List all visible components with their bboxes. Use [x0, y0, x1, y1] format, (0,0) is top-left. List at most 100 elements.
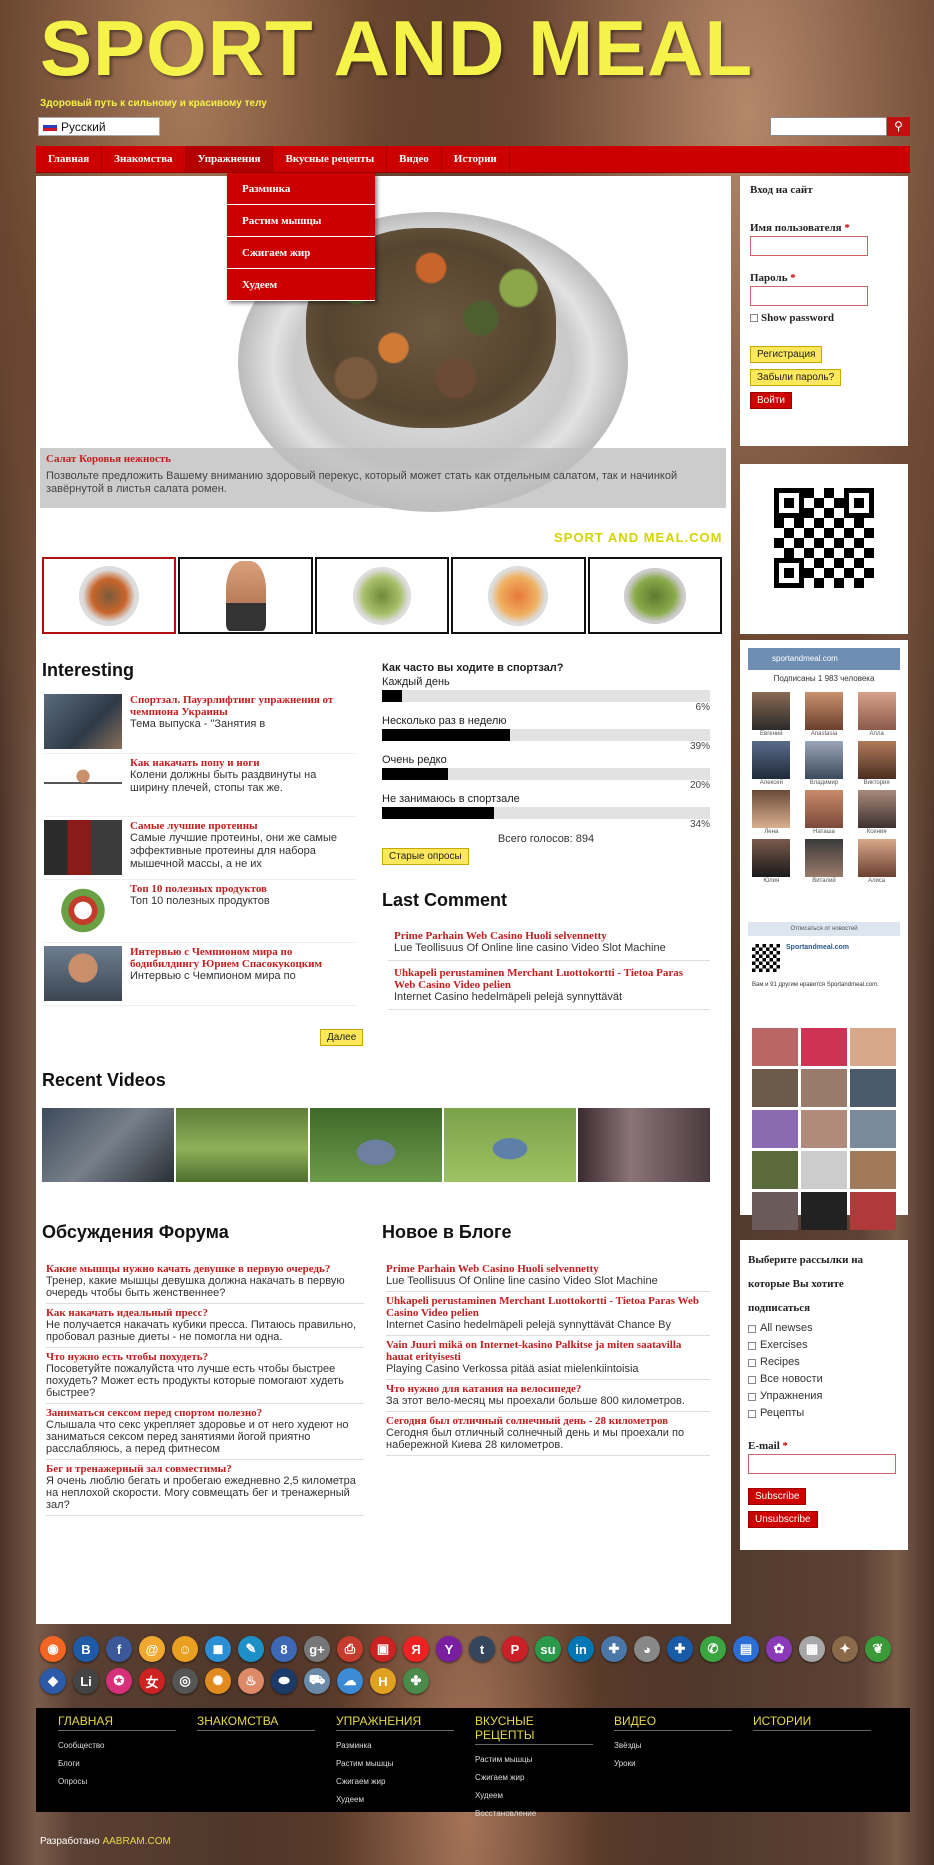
facebook-icon[interactable]: f — [106, 1636, 132, 1662]
subscribe-option[interactable]: Рецепты — [748, 1405, 900, 1422]
reddit-icon[interactable]: ◕ — [634, 1636, 660, 1662]
footer-link[interactable]: Сообщество — [58, 1737, 197, 1755]
avatar[interactable] — [850, 1069, 896, 1107]
forgot-password-button[interactable]: Забыли пароль? — [750, 369, 842, 386]
sun-icon[interactable]: ✺ — [205, 1668, 231, 1694]
login-button[interactable]: Войти — [750, 392, 792, 409]
cake-icon[interactable]: ♨ — [238, 1668, 264, 1694]
slider-thumb[interactable] — [314, 557, 450, 634]
avatar[interactable]: Владимир — [801, 741, 848, 786]
video-thumbnail[interactable] — [578, 1108, 710, 1182]
search-button[interactable]: ⚲ — [887, 117, 910, 136]
nav-home[interactable]: Главная — [36, 146, 103, 172]
avatar[interactable] — [752, 1110, 798, 1148]
footer-link[interactable]: Сжигаем жир — [475, 1769, 614, 1787]
poll-option[interactable]: Каждый день 6% — [382, 676, 710, 713]
flower-icon[interactable]: ✿ — [766, 1636, 792, 1662]
footer-link[interactable]: Восстановление — [475, 1805, 614, 1823]
comment-title[interactable]: Uhkapeli perustaminen Merchant Luottokor… — [394, 967, 704, 991]
footer-column-title[interactable]: ИСТОРИИ — [753, 1714, 871, 1731]
forum-topic-title[interactable]: Бег и тренажерный зал совместимы? — [46, 1463, 364, 1475]
subscribe-option[interactable]: All newses — [748, 1320, 900, 1337]
blogger-icon[interactable]: B — [73, 1636, 99, 1662]
footer-column-title[interactable]: ВИДЕО — [614, 1714, 732, 1731]
slider-thumb[interactable] — [451, 557, 586, 634]
nav-exercises[interactable]: Упражнения — [185, 146, 274, 172]
chinese-icon[interactable]: 女 — [139, 1668, 165, 1694]
forum-topic-title[interactable]: Какие мышцы нужно качать девушке в перву… — [46, 1263, 364, 1275]
avatar[interactable] — [752, 1069, 798, 1107]
more-button[interactable]: Далее — [320, 1029, 364, 1046]
avatar[interactable]: Ксения — [853, 790, 900, 835]
comment-title[interactable]: Prime Parhain Web Casino Huoli selvennet… — [394, 930, 704, 942]
dropdown-item-fat[interactable]: Сжигаем жир — [227, 237, 375, 269]
eye-icon[interactable]: ◎ — [172, 1668, 198, 1694]
nav-dating[interactable]: Знакомства — [102, 146, 186, 172]
avatar[interactable] — [850, 1151, 896, 1189]
video-thumbnail[interactable] — [176, 1108, 308, 1182]
avatar[interactable] — [752, 1192, 798, 1230]
star-icon[interactable]: ✪ — [106, 1668, 132, 1694]
delicious-icon[interactable]: ◼ — [205, 1636, 231, 1662]
avatar[interactable]: Алиса — [853, 839, 900, 884]
footer-column-title[interactable]: ВКУСНЫЕ РЕЦЕПТЫ — [475, 1714, 593, 1745]
article-title[interactable]: Интервью с Чемпионом мира по бодибилдинг… — [130, 946, 356, 970]
yandex-icon[interactable]: Я — [403, 1636, 429, 1662]
tumblr-icon[interactable]: t — [469, 1636, 495, 1662]
footer-link[interactable]: Растим мышцы — [336, 1755, 475, 1773]
article-title[interactable]: Как накачать попу и ноги — [130, 757, 356, 769]
video-thumbnail[interactable] — [444, 1108, 576, 1182]
avatar[interactable]: Anastasia — [801, 692, 848, 737]
avatar[interactable]: Евгений — [748, 692, 795, 737]
dropdown-item-lose-weight[interactable]: Худеем — [227, 269, 375, 301]
bookmark-icon[interactable]: ⬬ — [271, 1668, 297, 1694]
footer-link[interactable]: Сжигаем жир — [336, 1773, 475, 1791]
password-field[interactable] — [750, 286, 868, 306]
footer-link[interactable]: Худеем — [475, 1787, 614, 1805]
featured-slider[interactable]: Салат Коровья нежность Позвольте предлож… — [38, 180, 728, 550]
avatar[interactable]: Юлия — [748, 839, 795, 884]
mail-ru-icon[interactable]: @ — [139, 1636, 165, 1662]
nav-stories[interactable]: Истории — [442, 146, 510, 172]
avatar[interactable]: Лена — [748, 790, 795, 835]
odnoklassniki-icon[interactable]: ☺ — [172, 1636, 198, 1662]
poll-option[interactable]: Несколько раз в неделю 39% — [382, 715, 710, 752]
stumbleupon-icon[interactable]: su — [535, 1636, 561, 1662]
article-title[interactable]: Спортзал. Пауэрлифтинг упражнения от чем… — [130, 694, 356, 718]
unsubscribe-button[interactable]: Unsubscribe — [748, 1511, 818, 1528]
subscribe-option[interactable]: Упражнения — [748, 1388, 900, 1405]
article-thumbnail[interactable] — [44, 883, 122, 938]
footer-column-title[interactable]: УПРАЖНЕНИЯ — [336, 1714, 454, 1731]
diamond-icon[interactable]: ◆ — [40, 1668, 66, 1694]
lock-icon[interactable]: ▤ — [733, 1636, 759, 1662]
printer-icon[interactable]: ⎙ — [337, 1636, 363, 1662]
avatar[interactable]: Виталий — [801, 839, 848, 884]
subscribe-button[interactable]: Subscribe — [748, 1488, 807, 1505]
nav-recipes[interactable]: Вкусные рецепты — [273, 146, 388, 172]
slider-title[interactable]: Салат Коровья нежность — [46, 453, 720, 465]
article-thumbnail[interactable] — [44, 757, 122, 812]
email-field[interactable] — [748, 1454, 896, 1474]
linkedin-icon[interactable]: in — [568, 1636, 594, 1662]
footer-link[interactable]: Растим мышцы — [475, 1751, 614, 1769]
h-icon[interactable]: H — [370, 1668, 396, 1694]
show-password-checkbox[interactable]: Show password — [750, 312, 898, 324]
cloud-icon[interactable]: ☁ — [337, 1668, 363, 1694]
avatar[interactable] — [752, 1151, 798, 1189]
article-title[interactable]: Топ 10 полезных продуктов — [130, 883, 270, 895]
vk-unsubscribe-link[interactable]: Отписаться от новостей — [748, 922, 900, 936]
blog-post-title[interactable]: Сегодня был отличный солнечный день - 28… — [386, 1415, 710, 1427]
livejournal-icon[interactable]: ✎ — [238, 1636, 264, 1662]
avatar[interactable] — [850, 1028, 896, 1066]
site-logo[interactable]: SPORT AND MEAL — [40, 2, 753, 94]
yahoo-icon[interactable]: Y — [436, 1636, 462, 1662]
avatar[interactable] — [801, 1069, 847, 1107]
forum-topic-title[interactable]: Заниматься сексом перед спортом полезно? — [46, 1407, 364, 1419]
language-select[interactable]: Русский — [38, 117, 160, 136]
tree-icon[interactable]: ✤ — [403, 1668, 429, 1694]
footer-column-title[interactable]: ГЛАВНАЯ — [58, 1714, 176, 1731]
avatar[interactable] — [801, 1110, 847, 1148]
car-icon[interactable]: ⛟ — [304, 1668, 330, 1694]
google-icon[interactable]: 8 — [271, 1636, 297, 1662]
grid-icon[interactable]: ▦ — [799, 1636, 825, 1662]
